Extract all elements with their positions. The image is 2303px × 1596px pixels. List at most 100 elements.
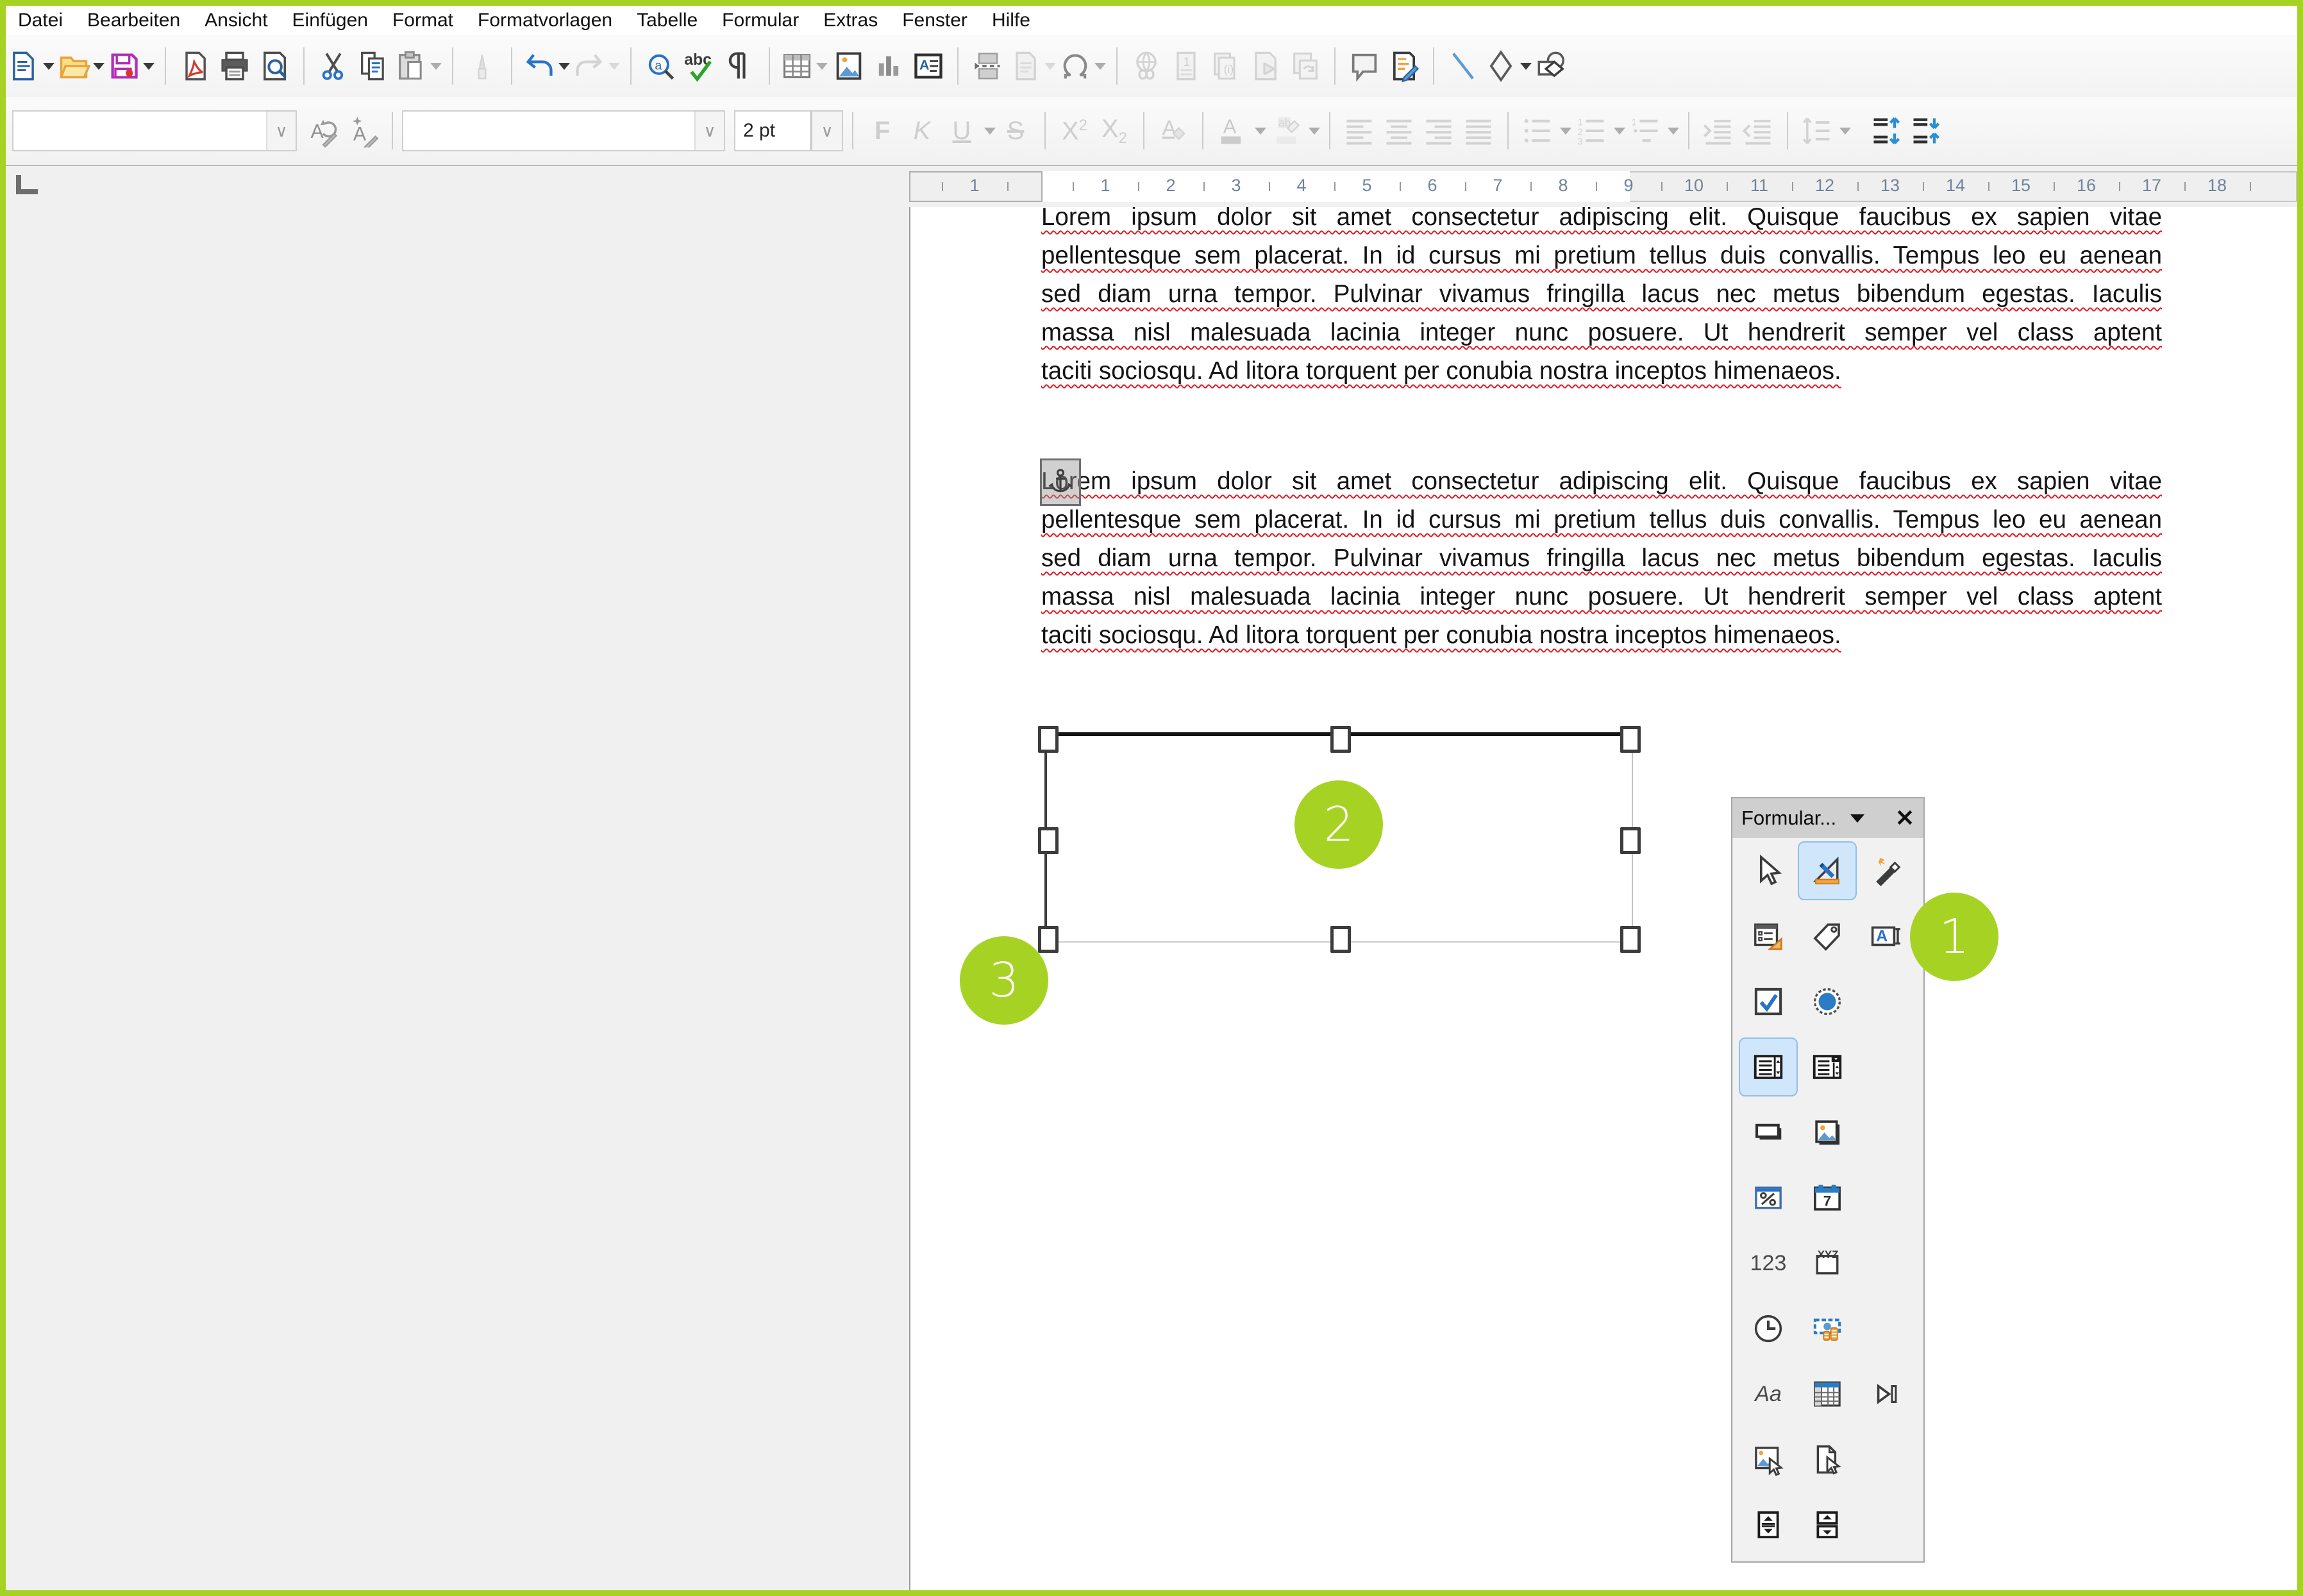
scrollbar-button[interactable]: [1799, 1497, 1855, 1553]
menu-item[interactable]: Fenster: [890, 10, 980, 31]
close-icon[interactable]: ✕: [1895, 807, 1914, 830]
decrease-indent-button[interactable]: [1739, 103, 1777, 159]
insert-image-button[interactable]: [830, 38, 867, 94]
new-document-dropdown-icon[interactable]: [43, 63, 54, 70]
paragraph-style-combo[interactable]: ∨: [12, 110, 297, 151]
paste-dropdown-icon[interactable]: [430, 63, 442, 70]
toggle-form-control-wizards-button[interactable]: [1858, 843, 1914, 899]
numerical-field-button[interactable]: 123: [1740, 1235, 1796, 1291]
italic-button[interactable]: K: [903, 103, 941, 159]
toolbar-menu-dropdown-icon[interactable]: [1850, 814, 1864, 823]
decrease-paragraph-spacing-button[interactable]: [1907, 103, 1945, 159]
character-highlight-button[interactable]: A: [1155, 103, 1192, 159]
redo-button[interactable]: [573, 38, 620, 94]
paste-button[interactable]: [394, 38, 442, 94]
image-control-button[interactable]: [1740, 1431, 1796, 1488]
superscript-button[interactable]: X2: [1056, 103, 1093, 159]
increase-indent-button[interactable]: [1700, 103, 1737, 159]
basic-shapes-dropdown-icon[interactable]: [1520, 63, 1532, 70]
table-control-button[interactable]: [1799, 1366, 1855, 1422]
insert-line-button[interactable]: [1445, 38, 1482, 94]
menu-item[interactable]: Einfügen: [280, 10, 380, 31]
insert-comment-button[interactable]: [1346, 38, 1383, 94]
cut-button[interactable]: [315, 38, 352, 94]
print-preview-button[interactable]: [256, 38, 293, 94]
formatting-marks-button[interactable]: [721, 38, 758, 94]
align-left-button[interactable]: [1341, 103, 1378, 159]
spelling-button[interactable]: abc: [682, 38, 719, 94]
resize-handle-middle-right[interactable]: [1620, 827, 1641, 854]
resize-handle-top-right[interactable]: [1620, 726, 1641, 753]
option-button-button[interactable]: [1799, 973, 1855, 1030]
menu-item[interactable]: Ansicht: [192, 10, 280, 31]
pattern-field-button[interactable]: XYZ: [1799, 1235, 1855, 1291]
font-name-dropdown-icon[interactable]: ∨: [694, 112, 724, 150]
open-dropdown-icon[interactable]: [93, 63, 105, 70]
line-spacing-button[interactable]: [1798, 103, 1836, 159]
resize-handle-bottom-right[interactable]: [1620, 926, 1641, 953]
highlighting-color-button[interactable]: ab: [1268, 103, 1305, 159]
navigation-bar-button[interactable]: [1858, 1366, 1914, 1422]
numbered-list-button[interactable]: 123: [1573, 103, 1610, 159]
file-selection-button[interactable]: [1799, 1431, 1855, 1488]
document-page[interactable]: Lorem ipsum dolor sit amet consectetur a…: [909, 207, 2297, 1590]
clone-formatting-button[interactable]: [464, 38, 501, 94]
new-document-button[interactable]: [7, 38, 54, 94]
tab-stop-selector[interactable]: [16, 175, 38, 194]
design-mode-button[interactable]: [1798, 841, 1857, 900]
strikethrough-button[interactable]: S: [997, 103, 1034, 159]
text-box-button[interactable]: A: [1858, 908, 1914, 964]
undo-button[interactable]: [523, 38, 570, 94]
resize-handle-bottom-center[interactable]: [1330, 926, 1351, 953]
insert-section-button[interactable]: [1287, 38, 1324, 94]
update-style-button[interactable]: A: [305, 103, 342, 159]
show-draw-functions-button[interactable]: [1534, 38, 1571, 94]
outline-list-button[interactable]: 1: [1627, 103, 1664, 159]
open-button[interactable]: [57, 38, 105, 94]
highlighting-dropdown-icon[interactable]: [1309, 128, 1320, 135]
insert-text-box-button[interactable]: A: [910, 38, 947, 94]
special-character-dropdown-icon[interactable]: [1094, 63, 1106, 70]
line-spacing-dropdown-icon[interactable]: [1839, 128, 1851, 135]
paragraph-style-dropdown-icon[interactable]: ∨: [266, 112, 296, 150]
menu-item[interactable]: Datei: [6, 10, 75, 31]
font-color-button[interactable]: A: [1214, 103, 1251, 159]
image-button-button[interactable]: [1799, 1104, 1855, 1161]
underline-dropdown-icon[interactable]: [984, 128, 996, 135]
align-right-button[interactable]: [1420, 103, 1457, 159]
label-field-button[interactable]: [1799, 908, 1855, 964]
date-field-button[interactable]: 7: [1799, 1170, 1855, 1226]
insert-chart-button[interactable]: [870, 38, 907, 94]
anchor-icon[interactable]: [1040, 458, 1081, 506]
increase-paragraph-spacing-button[interactable]: [1868, 103, 1905, 159]
horizontal-ruler[interactable]: 1234567891011121314151617181: [909, 171, 2297, 202]
save-button[interactable]: [107, 38, 155, 94]
justify-button[interactable]: [1460, 103, 1497, 159]
redo-dropdown-icon[interactable]: [608, 63, 620, 70]
spin-button-button[interactable]: [1740, 1497, 1796, 1553]
menu-item[interactable]: Extras: [811, 10, 890, 31]
font-color-dropdown-icon[interactable]: [1255, 128, 1266, 135]
insert-hyperlink-button[interactable]: [1128, 38, 1165, 94]
bold-button[interactable]: F: [864, 103, 901, 159]
insert-table-button[interactable]: [780, 38, 828, 94]
basic-shapes-button[interactable]: [1484, 38, 1532, 94]
currency-field-button[interactable]: [1799, 1300, 1855, 1357]
bullet-list-button[interactable]: [1519, 103, 1556, 159]
menu-item[interactable]: Tabelle: [624, 10, 710, 31]
track-changes-button[interactable]: [1386, 38, 1423, 94]
align-center-button[interactable]: [1380, 103, 1418, 159]
subscript-button[interactable]: X2: [1096, 103, 1133, 159]
font-size-combo[interactable]: 2 pt: [734, 110, 811, 151]
menu-item[interactable]: Hilfe: [980, 10, 1043, 31]
find-replace-button[interactable]: a: [642, 38, 679, 94]
insert-page-break-button[interactable]: [969, 38, 1006, 94]
insert-field-button[interactable]: [1009, 38, 1056, 94]
font-name-combo[interactable]: ∨: [402, 110, 725, 151]
special-character-button[interactable]: [1059, 38, 1106, 94]
menu-item[interactable]: Bearbeiten: [75, 10, 192, 31]
menu-item[interactable]: Formatvorlagen: [465, 10, 624, 31]
bullet-list-dropdown-icon[interactable]: [1560, 128, 1571, 135]
font-size-spinner[interactable]: ∨: [811, 110, 843, 151]
insert-cross-reference-button[interactable]: [1247, 38, 1284, 94]
